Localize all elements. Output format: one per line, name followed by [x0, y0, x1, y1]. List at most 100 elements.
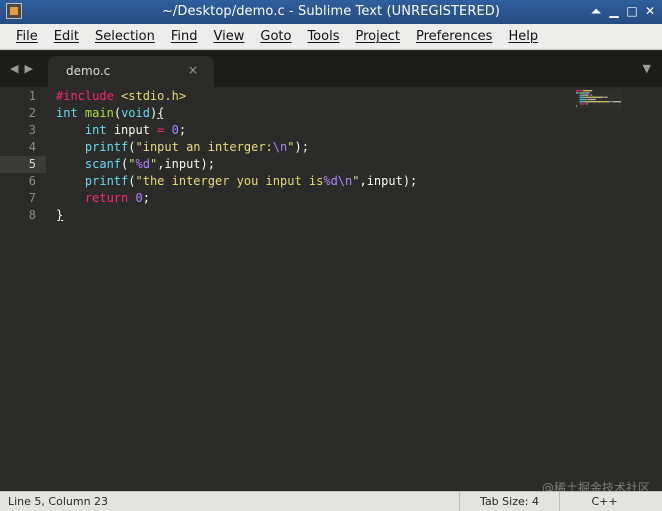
minimap-token — [582, 94, 589, 96]
minimap-token — [579, 103, 585, 105]
minimap-token — [585, 98, 586, 101]
minimap[interactable] — [576, 89, 622, 109]
minimap-token — [588, 92, 590, 94]
code-token: \n — [272, 140, 288, 154]
code-token: ( — [128, 174, 136, 188]
status-bar: Line 5, Column 23 Tab Size: 4 C++ — [0, 491, 662, 511]
code-token: scanf — [84, 157, 122, 171]
title-bar: ~/Desktop/demo.c - Sublime Text (UNREGIS… — [0, 0, 662, 24]
minimap-token — [588, 98, 596, 101]
minimap-token — [585, 103, 587, 105]
minimap-token — [590, 94, 592, 96]
code-token: ; — [178, 123, 187, 137]
line-number-gutter: 1 2 3 4 5 6 7 8 — [0, 87, 46, 491]
close-tab-icon[interactable]: × — [188, 63, 198, 77]
line-number: 4 — [28, 140, 36, 154]
code-line[interactable]: #include <stdio.h> — [56, 88, 186, 105]
line-number: 5 — [28, 157, 36, 171]
code-token: int — [84, 123, 107, 137]
maximize-window-icon[interactable]: □ — [624, 3, 640, 20]
minimap-token — [579, 96, 585, 98]
minimap-token — [583, 92, 585, 94]
minimap-token — [585, 96, 586, 98]
close-window-icon[interactable]: ✕ — [642, 3, 658, 20]
code-line[interactable]: return 0; — [56, 190, 150, 207]
minimap-token — [611, 101, 613, 103]
code-editor[interactable]: 12345678 #include <stdio.h> int main(void… — [0, 87, 662, 491]
previous-tab-icon[interactable]: ◀ — [10, 62, 24, 75]
code-token: " — [128, 157, 136, 171]
minimap-token — [579, 101, 585, 103]
code-token: <stdio.h> — [113, 89, 187, 103]
code-token: return — [84, 191, 129, 205]
line-number: 1 — [28, 89, 36, 103]
code-token: input — [106, 123, 158, 137]
minimize-window-icon[interactable]: ▁ — [606, 3, 622, 20]
minimap-token — [613, 101, 621, 103]
minimap-token — [579, 94, 583, 96]
syntax-selector[interactable]: C++ — [559, 492, 649, 511]
menu-preferences[interactable]: Preferences — [408, 29, 500, 44]
code-token: \n — [337, 174, 353, 188]
code-line[interactable]: int input = 0; — [56, 122, 186, 139]
line-number: 3 — [28, 123, 36, 137]
line-number: 6 — [28, 174, 36, 188]
minimap-token — [585, 96, 603, 98]
menu-tools[interactable]: Tools — [299, 29, 347, 44]
code-token: ( — [113, 106, 122, 120]
minimap-token — [584, 92, 588, 94]
next-tab-icon[interactable]: ▶ — [24, 62, 38, 75]
code-token: int — [56, 106, 78, 120]
minimap-token — [579, 92, 584, 94]
minimap-token — [609, 101, 612, 103]
line-number: 8 — [28, 208, 36, 222]
menu-edit[interactable]: Edit — [46, 29, 87, 44]
code-token: ,input); — [157, 157, 215, 171]
code-line[interactable]: printf("the interger you input is%d\n",i… — [56, 173, 417, 190]
code-token: 0 — [171, 123, 179, 137]
code-token: } — [56, 208, 64, 222]
code-token: ; — [142, 191, 150, 205]
tab-size-selector[interactable]: Tab Size: 4 — [459, 492, 559, 511]
code-line[interactable]: printf("input an interger:\n"); — [56, 139, 309, 156]
menu-selection[interactable]: Selection — [87, 29, 163, 44]
minimap-token — [587, 98, 589, 101]
tab-list-dropdown-icon[interactable]: ▼ — [643, 62, 651, 75]
menu-help[interactable]: Help — [500, 29, 546, 44]
minimap-token — [584, 98, 585, 101]
minimap-token — [612, 101, 614, 103]
code-line[interactable]: scanf("%d",input); — [56, 156, 215, 173]
tab-label: demo.c — [66, 64, 111, 78]
minimap-token — [583, 90, 593, 92]
cursor-position: Line 5, Column 23 — [8, 495, 109, 508]
minimap-token — [586, 103, 588, 105]
menu-find[interactable]: Find — [163, 29, 206, 44]
vertical-scrollbar[interactable] — [648, 87, 662, 491]
code-token: ( — [128, 140, 136, 154]
code-token: printf — [84, 174, 129, 188]
code-token: void — [121, 106, 150, 120]
menu-view[interactable]: View — [206, 29, 253, 44]
menu-project[interactable]: Project — [347, 29, 407, 44]
minimap-token — [603, 96, 605, 98]
minimap-token — [605, 96, 608, 98]
tab-bar: ◀▶ demo.c × ▼ — [0, 51, 662, 87]
code-token: "the interger you input is — [135, 174, 324, 188]
code-token: main — [84, 106, 114, 120]
code-token: { — [157, 106, 165, 120]
menu-goto[interactable]: Goto — [252, 29, 299, 44]
code-line[interactable]: int main(void){ — [56, 105, 164, 122]
minimap-token — [576, 105, 577, 107]
code-line[interactable]: } — [56, 207, 63, 224]
line-number: 7 — [28, 191, 36, 205]
tab-demo-c[interactable]: demo.c × — [48, 56, 214, 87]
minimap-token — [588, 94, 590, 96]
shade-window-icon[interactable]: ⏶ — [588, 3, 604, 20]
menu-file[interactable]: File — [8, 29, 46, 44]
code-token: ); — [294, 140, 309, 154]
